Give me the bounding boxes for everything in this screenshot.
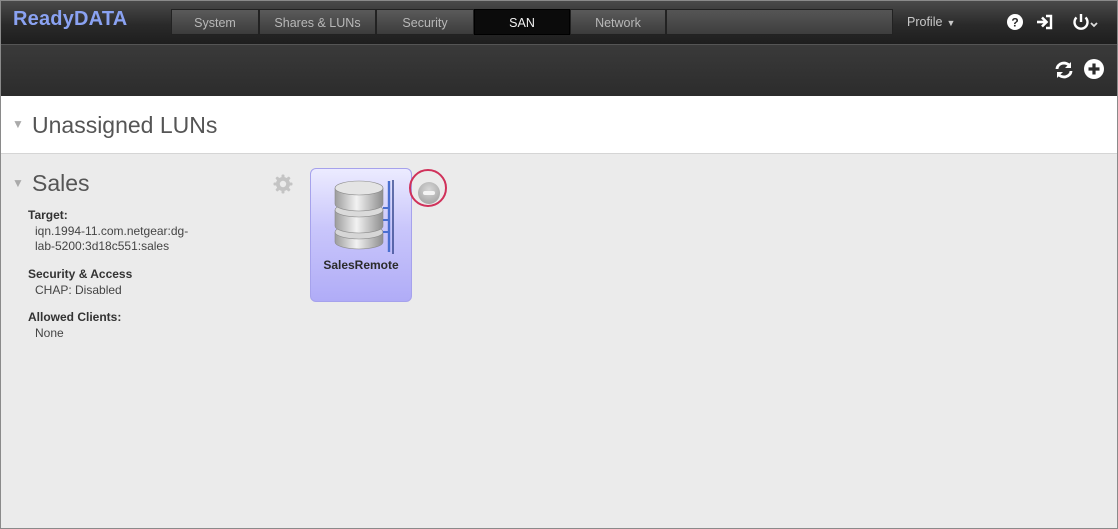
security-access-label: Security & Access <box>28 267 133 281</box>
target-value-line1: iqn.1994-11.com.netgear:dg- <box>35 224 189 238</box>
power-icon[interactable] <box>1069 11 1103 33</box>
allowed-clients-value: None <box>35 326 64 340</box>
tab-san[interactable]: SAN <box>474 9 570 35</box>
profile-menu[interactable]: Profile ▼ <box>907 9 955 35</box>
tab-shares-luns[interactable]: Shares & LUNs <box>259 9 376 35</box>
tab-network[interactable]: Network <box>570 9 666 35</box>
unassigned-luns-section: ▼ Unassigned LUNs <box>1 96 1117 154</box>
nav-spacer <box>666 9 893 35</box>
lun-name: SalesRemote <box>323 258 399 272</box>
profile-label: Profile <box>907 15 943 29</box>
chevron-down-icon: ▼ <box>946 18 956 28</box>
unassigned-luns-title: Unassigned LUNs <box>32 112 218 138</box>
logout-icon[interactable] <box>1034 11 1058 33</box>
database-icon <box>333 178 405 256</box>
collapse-triangle-icon[interactable]: ▼ <box>12 117 24 131</box>
toolbar <box>1 44 1117 97</box>
security-access-value: CHAP: Disabled <box>35 283 122 297</box>
target-value-line2: lab-5200:3d18c551:sales <box>35 239 170 253</box>
app-window: ReadyDATA System Shares & LUNs Security … <box>0 0 1118 529</box>
tab-security[interactable]: Security <box>376 9 474 35</box>
allowed-clients-label: Allowed Clients: <box>28 310 122 324</box>
lun-card-salesremote[interactable]: SalesRemote <box>310 168 412 302</box>
group-title: Sales <box>32 170 90 196</box>
gear-icon[interactable] <box>272 173 294 195</box>
add-icon[interactable] <box>1083 58 1107 82</box>
target-label: Target: <box>28 208 68 222</box>
highlight-circle <box>409 169 447 207</box>
top-nav: ReadyDATA System Shares & LUNs Security … <box>1 1 1117 44</box>
refresh-icon[interactable] <box>1053 60 1077 80</box>
app-logo: ReadyDATA <box>13 8 128 30</box>
svg-text:?: ? <box>1011 16 1018 30</box>
tab-system[interactable]: System <box>171 9 259 35</box>
help-icon[interactable]: ? <box>1004 11 1026 33</box>
collapse-triangle-icon[interactable]: ▼ <box>12 176 24 190</box>
